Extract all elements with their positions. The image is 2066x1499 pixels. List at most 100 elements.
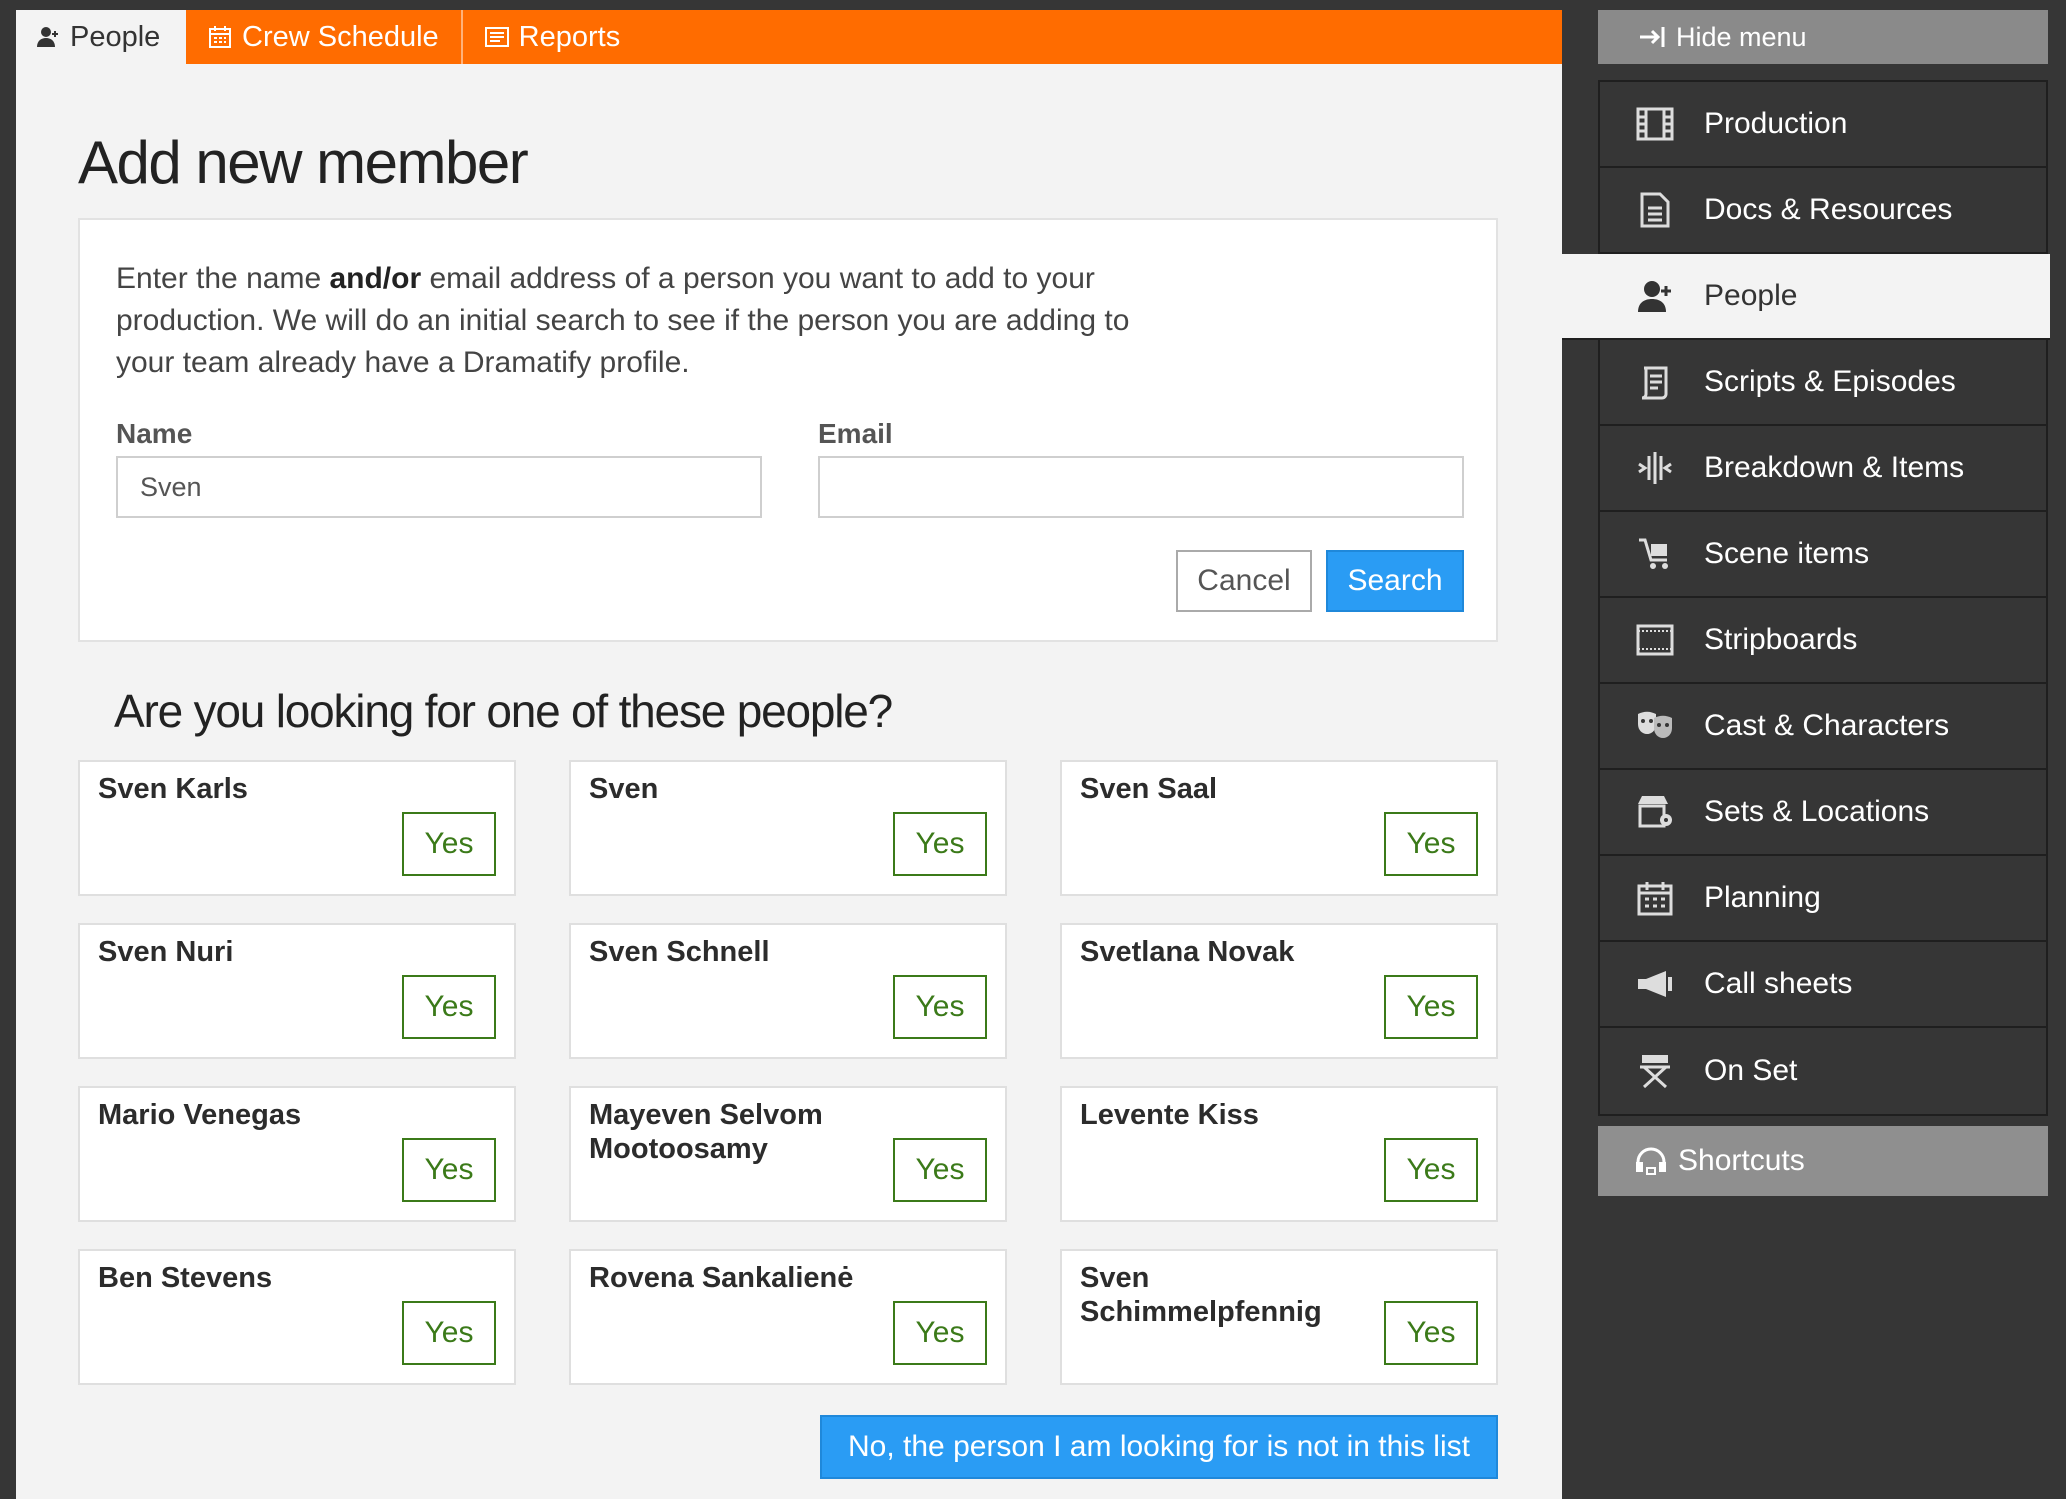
tab-label: Crew Schedule	[242, 20, 439, 53]
email-label: Email	[818, 418, 893, 449]
person-icon	[36, 25, 60, 49]
person-name: Levente Kiss	[1080, 1099, 1259, 1131]
sidebar-item-label: Sets & Locations	[1704, 795, 1930, 828]
intro-text: Enter the name and/or email address of a…	[116, 258, 1156, 384]
sidebar-item-cast-characters[interactable]: Cast & Characters	[1600, 684, 2046, 770]
intro-text-bold: and/or	[329, 262, 422, 295]
person-card: Rovena Sankalienė Yes	[569, 1249, 1007, 1385]
yes-button[interactable]: Yes	[402, 1301, 496, 1365]
sidebar-item-sets-locations[interactable]: Sets & Locations	[1600, 770, 2046, 856]
sidebar-item-label: Planning	[1704, 881, 1821, 914]
sidebar-item-breakdown-items[interactable]: Breakdown & Items	[1600, 426, 2046, 512]
person-name: Ben Stevens	[98, 1262, 273, 1294]
person-card: Mario Venegas Yes	[78, 1086, 516, 1222]
location-icon	[1636, 793, 1674, 831]
add-member-form: Enter the name and/or email address of a…	[78, 218, 1498, 642]
person-name: Sven Nuri	[98, 936, 234, 968]
sidebar-item-label: Breakdown & Items	[1704, 451, 1965, 484]
person-card: Sven Schnell Yes	[569, 923, 1007, 1059]
yes-button[interactable]: Yes	[893, 1301, 987, 1365]
person-card: Ben Stevens Yes	[78, 1249, 516, 1385]
yes-button[interactable]: Yes	[402, 1138, 496, 1202]
sidebar-item-on-set[interactable]: On Set	[1600, 1028, 2046, 1114]
film-icon	[1636, 105, 1674, 143]
shortcuts-icon	[1634, 1146, 1668, 1176]
suggestions-title: Are you looking for one of these people?	[114, 685, 893, 737]
person-name: Rovena Sankalienė	[589, 1262, 854, 1294]
person-card: Mayeven Selvom Mootoosamy Yes	[569, 1086, 1007, 1222]
email-input[interactable]	[818, 456, 1464, 518]
yes-button[interactable]: Yes	[1384, 1138, 1478, 1202]
yes-button[interactable]: Yes	[402, 812, 496, 876]
report-icon	[484, 26, 509, 48]
top-tab-bar: People Crew Schedule Reports	[16, 10, 1562, 64]
person-name: Mayeven Selvom Mootoosamy	[589, 1099, 823, 1165]
director-chair-icon	[1636, 1052, 1674, 1090]
person-icon	[1636, 277, 1674, 315]
person-name: Sven Saal	[1080, 773, 1218, 805]
people-suggestions-grid: Sven Karls Yes Sven Yes Sven Saal Yes Sven …	[78, 760, 1498, 1385]
person-card: Sven Saal Yes	[1060, 760, 1498, 896]
stripboard-icon	[1636, 621, 1674, 659]
cancel-button[interactable]: Cancel	[1176, 550, 1312, 612]
sidebar-item-label: Call sheets	[1704, 967, 1853, 1000]
person-name: Sven Schimmelpfennig	[1080, 1262, 1322, 1328]
sidebar-item-label: On Set	[1704, 1054, 1798, 1087]
document-icon	[1636, 191, 1674, 229]
sidebar-item-label: Production	[1704, 107, 1848, 140]
yes-button[interactable]: Yes	[402, 975, 496, 1039]
calendar-icon	[1636, 879, 1674, 917]
intro-text-part: Enter the name	[116, 262, 330, 295]
yes-button[interactable]: Yes	[1384, 1301, 1478, 1365]
person-name: Svetlana Novak	[1080, 936, 1295, 968]
sidebar-item-call-sheets[interactable]: Call sheets	[1600, 942, 2046, 1028]
hide-menu-button[interactable]: Hide menu	[1598, 10, 2048, 64]
tab-reports[interactable]: Reports	[463, 10, 643, 64]
megaphone-icon	[1636, 965, 1674, 1003]
person-card: Svetlana Novak Yes	[1060, 923, 1498, 1059]
sidebar-item-docs-resources[interactable]: Docs & Resources	[1600, 168, 2046, 254]
shortcuts-button[interactable]: Shortcuts	[1598, 1126, 2048, 1196]
masks-icon	[1636, 707, 1674, 745]
yes-button[interactable]: Yes	[893, 1138, 987, 1202]
sidebar-item-scripts-episodes[interactable]: Scripts & Episodes	[1600, 340, 2046, 426]
name-input[interactable]	[116, 456, 762, 518]
person-name: Sven Schnell	[589, 936, 770, 968]
sidebar-item-scene-items[interactable]: Scene items	[1600, 512, 2046, 598]
not-in-list-button[interactable]: No, the person I am looking for is not i…	[820, 1415, 1498, 1479]
search-button[interactable]: Search	[1326, 550, 1464, 612]
sidebar-item-label: Stripboards	[1704, 623, 1858, 656]
person-name: Sven Karls	[98, 773, 248, 805]
sidebar-item-label: People	[1704, 279, 1798, 312]
sidebar-item-planning[interactable]: Planning	[1600, 856, 2046, 942]
script-icon	[1636, 363, 1674, 401]
sidebar-item-people[interactable]: People	[1562, 254, 2050, 340]
main-content: People Crew Schedule Reports Add new mem…	[16, 10, 1562, 1499]
yes-button[interactable]: Yes	[893, 975, 987, 1039]
cart-icon	[1636, 535, 1674, 573]
sidebar-item-production[interactable]: Production	[1600, 82, 2046, 168]
person-card: Levente Kiss Yes	[1060, 1086, 1498, 1222]
tab-crew-schedule[interactable]: Crew Schedule	[186, 10, 463, 64]
yes-button[interactable]: Yes	[893, 812, 987, 876]
yes-button[interactable]: Yes	[1384, 975, 1478, 1039]
tab-people[interactable]: People	[16, 10, 186, 64]
hide-menu-label: Hide menu	[1676, 21, 1807, 52]
person-card: Sven Schimmelpfennig Yes	[1060, 1249, 1498, 1385]
person-name: Mario Venegas	[98, 1099, 302, 1131]
calendar-icon	[208, 25, 232, 49]
collapse-arrow-icon	[1638, 25, 1666, 49]
tab-label: Reports	[518, 20, 621, 53]
sidebar-item-label: Docs & Resources	[1704, 193, 1953, 226]
sidebar-item-stripboards[interactable]: Stripboards	[1600, 598, 2046, 684]
yes-button[interactable]: Yes	[1384, 812, 1478, 876]
person-card: Sven Yes	[569, 760, 1007, 896]
sidebar-nav: Production Docs & Resources People Scrip…	[1562, 80, 2050, 1116]
sidebar-item-label: Scene items	[1704, 537, 1870, 570]
shortcuts-label: Shortcuts	[1678, 1144, 1805, 1177]
name-label: Name	[116, 418, 193, 449]
breakdown-icon	[1636, 449, 1674, 487]
person-card: Sven Nuri Yes	[78, 923, 516, 1059]
person-name: Sven	[589, 773, 659, 805]
person-card: Sven Karls Yes	[78, 760, 516, 896]
